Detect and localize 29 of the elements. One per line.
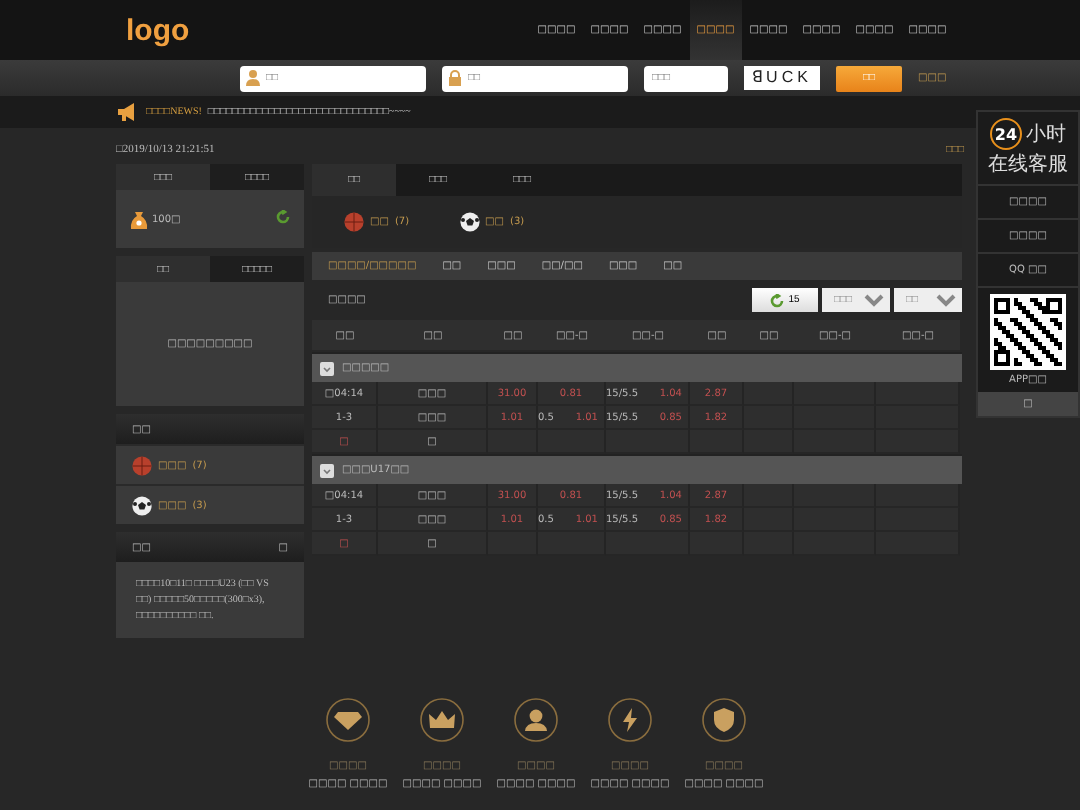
shield-icon	[702, 698, 746, 742]
table-cell	[794, 430, 876, 454]
table-cell	[794, 382, 876, 406]
table-cell	[744, 430, 794, 454]
captcha-image: ꓭUCK	[744, 66, 820, 90]
refresh-icon[interactable]	[276, 210, 290, 224]
service-hours: 小时	[1026, 121, 1066, 148]
money-bag-icon	[130, 209, 148, 229]
lightning-bolt-icon	[608, 698, 652, 742]
collapse-icon	[320, 361, 334, 375]
basketball-icon	[132, 455, 152, 475]
logo[interactable]: logo	[126, 13, 190, 47]
collapse-icon	[320, 463, 334, 477]
service-label[interactable]: 在线客服	[988, 150, 1068, 178]
table-cell	[794, 484, 876, 508]
table-cell	[876, 430, 960, 454]
soccer-ball-icon	[459, 212, 480, 232]
refresh-icon	[770, 293, 785, 307]
qr-code	[990, 294, 1066, 370]
crown-icon	[420, 698, 464, 742]
user-icon	[246, 70, 260, 86]
megaphone-icon	[116, 102, 140, 122]
lock-icon	[448, 70, 462, 86]
table-cell	[876, 382, 960, 406]
basketball-icon	[344, 212, 364, 232]
table-cell	[876, 484, 960, 508]
soccer-ball-icon	[132, 495, 152, 515]
person-icon	[514, 698, 558, 742]
24-hour-badge: 24	[990, 118, 1022, 150]
